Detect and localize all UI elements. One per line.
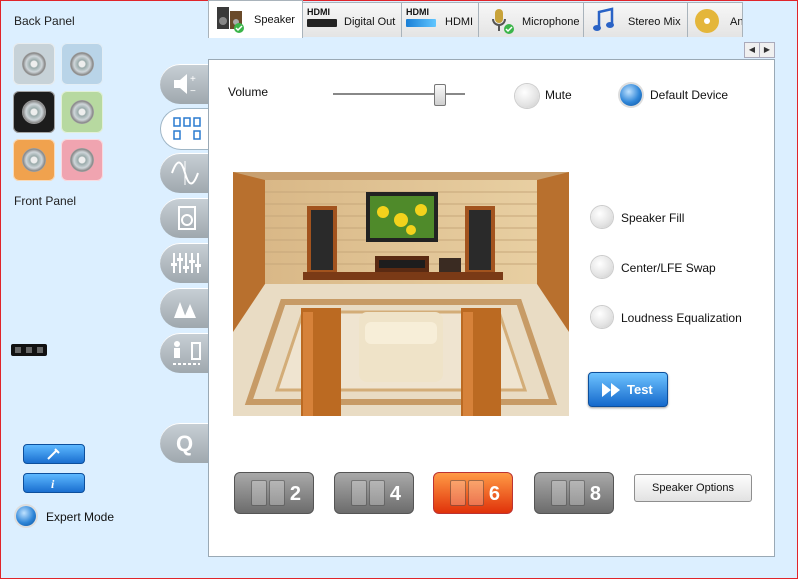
settings-tool-button[interactable] <box>23 444 85 464</box>
tab-analog[interactable]: An <box>687 2 743 37</box>
speaker-config-6-button[interactable]: 6 <box>433 472 513 514</box>
q-icon: Q <box>176 431 193 456</box>
side-waveform-button[interactable] <box>160 153 208 193</box>
tab-speaker[interactable]: Speaker <box>208 0 303 38</box>
svg-text:i: i <box>51 477 55 490</box>
volume-label: Volume <box>228 85 269 99</box>
equalizer-icon <box>171 253 201 273</box>
speaker-options-button[interactable]: Speaker Options <box>634 474 752 502</box>
environment-icon <box>174 302 196 318</box>
tab-microphone[interactable]: Microphone <box>478 2 584 37</box>
tab-scroll-right-button[interactable]: ▶ <box>759 42 775 58</box>
speaker-config-8-button[interactable]: 8 <box>534 472 614 514</box>
default-device-label: Default Device <box>650 88 729 102</box>
expert-mode-label: Expert Mode <box>46 510 115 524</box>
volume-slider-thumb[interactable] <box>433 84 446 106</box>
side-speaker-config-button[interactable] <box>160 108 209 150</box>
speaker-config-2-button[interactable]: 2 <box>234 472 314 514</box>
expert-mode-radio[interactable] <box>16 506 36 526</box>
default-device-radio[interactable] <box>620 84 642 106</box>
room-preview-image <box>233 172 569 416</box>
sine-wave-icon <box>171 161 199 185</box>
svg-text:Q: Q <box>176 431 193 456</box>
tab-stereo-mix[interactable]: Stereo Mix <box>583 2 688 37</box>
speaker-config-8-label: 8 <box>589 483 601 505</box>
tab-hdmi-label: HDMI <box>445 16 474 28</box>
tab-digital-out[interactable]: HDMI Digital Out <box>302 2 402 37</box>
music-note-icon <box>593 7 614 31</box>
speaker-config-4-button[interactable]: 4 <box>334 472 414 514</box>
speaker-config-4-label: 4 <box>389 483 401 505</box>
jack-green[interactable] <box>61 91 103 133</box>
jack-blue[interactable] <box>61 43 103 85</box>
svg-text:+: + <box>190 74 196 85</box>
room-correction-icon <box>173 341 201 365</box>
microphone-icon <box>492 9 514 34</box>
tab-stereo-mix-label: Stereo Mix <box>628 16 681 28</box>
loudness-equalization-radio[interactable] <box>591 306 613 328</box>
front-panel-title: Front Panel <box>14 194 77 208</box>
jack-gray[interactable] <box>13 43 55 85</box>
center-lfe-swap-label: Center/LFE Swap <box>621 261 716 275</box>
side-volume-button[interactable]: + − <box>160 64 208 104</box>
side-q-button[interactable]: Q <box>160 423 208 463</box>
tab-hdmi[interactable]: HDMI HDMI <box>401 2 479 37</box>
jack-pink[interactable] <box>61 139 103 181</box>
mute-label: Mute <box>545 88 572 102</box>
speaker-icon <box>217 7 244 33</box>
tab-digital-out-label: Digital Out <box>344 16 396 28</box>
jack-orange[interactable] <box>13 139 55 181</box>
speaker-fill-label: Speaker Fill <box>621 211 685 225</box>
side-environment-button[interactable] <box>160 288 208 328</box>
loudness-equalization-label: Loudness Equalization <box>621 311 742 325</box>
cd-icon <box>695 9 719 33</box>
hdmi-logo-icon: HDMI <box>307 7 339 31</box>
tab-scroll-left-button[interactable]: ◀ <box>744 42 760 58</box>
svg-text:−: − <box>190 86 196 97</box>
side-room-correction-button[interactable] <box>160 333 208 373</box>
info-button[interactable]: i <box>23 473 85 493</box>
speaker-config-6-label: 6 <box>488 483 500 505</box>
side-equalizer-button[interactable] <box>160 243 208 283</box>
tab-speaker-label: Speaker <box>254 14 295 26</box>
info-icon: i <box>51 477 55 490</box>
side-room-button[interactable] <box>160 198 208 238</box>
jack-black[interactable] <box>13 91 55 133</box>
speaker-volume-icon: +− <box>174 74 196 97</box>
front-jack-icon[interactable] <box>9 340 49 360</box>
test-button-label: Test <box>627 382 653 397</box>
speaker-config-2-label: 2 <box>289 483 301 505</box>
speaker-layout-icon <box>173 117 201 140</box>
wrench-icon <box>47 448 60 460</box>
speaker-box-icon <box>178 206 196 230</box>
test-button[interactable]: Test <box>588 372 668 407</box>
tab-microphone-label: Microphone <box>522 16 580 28</box>
speaker-fill-radio[interactable] <box>591 206 613 228</box>
play-arrows-icon <box>602 383 620 397</box>
tab-analog-label: An <box>730 16 743 28</box>
back-panel-title: Back Panel <box>14 14 75 28</box>
hdmi-logo-icon: HDMI <box>406 7 438 31</box>
mute-radio[interactable] <box>515 84 539 108</box>
center-lfe-swap-radio[interactable] <box>591 256 613 278</box>
